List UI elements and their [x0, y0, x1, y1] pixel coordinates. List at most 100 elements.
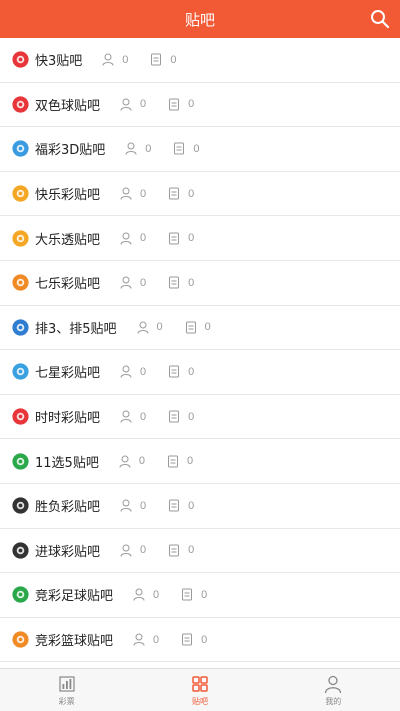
post-icon [174, 142, 185, 155]
daletou-logo [12, 230, 29, 247]
post-count: 0 [168, 544, 194, 557]
post-icon [182, 588, 193, 601]
post-count-value: 0 [186, 455, 194, 468]
post-icon [169, 365, 180, 378]
forum-row[interactable]: 大乐透贴吧 0 0 [0, 216, 400, 261]
post-count-value: 0 [201, 588, 208, 601]
member-count-value: 0 [122, 53, 129, 66]
member-count-value: 0 [140, 232, 147, 245]
post-count-value: 0 [188, 499, 195, 512]
forum-row[interactable]: 胜负彩贴吧 0 0 [0, 484, 400, 529]
forum-row[interactable]: 快乐彩贴吧 0 0 [0, 172, 400, 217]
member-count: 0 [120, 276, 146, 289]
post-icon [169, 276, 180, 289]
post-icon [169, 232, 180, 245]
post-count-value: 0 [201, 633, 208, 646]
tab-grid[interactable]: 贴吧 [133, 669, 266, 711]
forum-name: 福彩3D贴吧 [35, 143, 106, 159]
post-count: 0 [181, 633, 207, 646]
member-icon [120, 410, 132, 423]
member-icon [120, 187, 132, 200]
post-count-value: 0 [188, 365, 195, 378]
member-count: 0 [120, 232, 146, 245]
jingcailanqiu-logo [12, 631, 29, 648]
member-count: 0 [133, 588, 159, 602]
shishicai-logo [12, 408, 29, 425]
post-count-value: 0 [188, 276, 195, 289]
member-count: 0 [120, 544, 146, 557]
chart-icon [59, 675, 75, 692]
11xuan5-logo [12, 453, 29, 470]
forum-name: 排3、排5贴吧 [35, 321, 117, 337]
post-count: 0 [150, 53, 177, 66]
post-count: 0 [168, 187, 194, 200]
tab-chart[interactable]: 彩票 [0, 669, 133, 711]
forum-row[interactable]: 时时彩贴吧 0 0 [0, 395, 400, 440]
kuailecai-logo [12, 185, 29, 202]
member-count-value: 0 [145, 142, 152, 155]
member-count: 0 [120, 499, 146, 512]
member-count: 0 [119, 455, 145, 468]
forum-name: 快3贴吧 [35, 54, 83, 70]
member-count-value: 0 [140, 410, 147, 423]
post-count: 0 [168, 499, 194, 512]
forum-name: 竞彩足球贴吧 [35, 589, 114, 605]
tab-user[interactable]: 我的 [267, 669, 400, 711]
post-count-value: 0 [170, 53, 177, 66]
post-count: 0 [168, 232, 194, 245]
member-count: 0 [133, 633, 159, 646]
post-count: 0 [185, 321, 211, 334]
post-count-value: 0 [188, 187, 195, 200]
member-count: 0 [120, 98, 146, 111]
forum-row[interactable]: 竞彩篮球贴吧 0 0 [0, 618, 400, 663]
post-count: 0 [168, 98, 194, 111]
forum-row[interactable]: 11选5贴吧 0 0 [0, 439, 400, 484]
member-count: 0 [120, 187, 146, 200]
member-icon [133, 588, 145, 602]
member-count-value: 0 [140, 544, 147, 557]
post-icon [169, 499, 180, 512]
forum-row[interactable]: 七乐彩贴吧 0 0 [0, 261, 400, 306]
jingcaizuqiu-logo [12, 586, 29, 603]
forum-row[interactable]: 进球彩贴吧 0 0 [0, 529, 400, 574]
top-bar: 贴吧 [0, 0, 400, 38]
post-count-value: 0 [204, 321, 211, 334]
forum-name: 双色球贴吧 [35, 98, 101, 114]
forum-row[interactable]: 双色球贴吧 0 0 [0, 83, 400, 128]
forum-row[interactable]: 竞彩足球贴吧 0 0 [0, 573, 400, 618]
member-count-value: 0 [140, 276, 147, 289]
jinqiucai-logo [12, 542, 29, 559]
member-icon [120, 98, 132, 111]
post-count-value: 0 [188, 98, 195, 111]
forum-row[interactable]: 快3贴吧 0 0 [0, 38, 400, 83]
member-count-value: 0 [156, 321, 163, 334]
member-count-value: 0 [140, 365, 147, 378]
member-icon [120, 276, 132, 289]
post-count: 0 [168, 276, 194, 289]
post-icon [169, 410, 180, 423]
forum-row[interactable]: 排3、排5贴吧 0 0 [0, 306, 400, 351]
member-count-value: 0 [153, 633, 160, 646]
member-icon [133, 633, 145, 646]
member-icon [137, 321, 149, 334]
pai35-logo [12, 319, 29, 336]
page-title: 贴吧 [184, 10, 215, 29]
post-icon [151, 53, 162, 66]
member-count: 0 [137, 321, 163, 334]
search-icon[interactable] [370, 9, 390, 29]
member-count-value: 0 [140, 499, 147, 512]
qixingcai-logo [12, 363, 29, 381]
post-icon [185, 321, 196, 334]
forum-row[interactable]: 七星彩贴吧 0 0 [0, 350, 400, 395]
member-icon [120, 365, 132, 379]
member-icon [120, 499, 132, 512]
fucai3d-logo [12, 140, 29, 158]
post-icon [182, 633, 193, 646]
forum-row[interactable]: 福彩3D贴吧 0 0 [0, 127, 400, 172]
post-count: 0 [173, 142, 200, 155]
forum-name: 进球彩贴吧 [35, 544, 101, 560]
member-icon [120, 544, 132, 557]
forum-name: 七星彩贴吧 [35, 366, 101, 382]
tab-label: 彩票 [58, 696, 75, 706]
post-count-value: 0 [193, 142, 200, 155]
